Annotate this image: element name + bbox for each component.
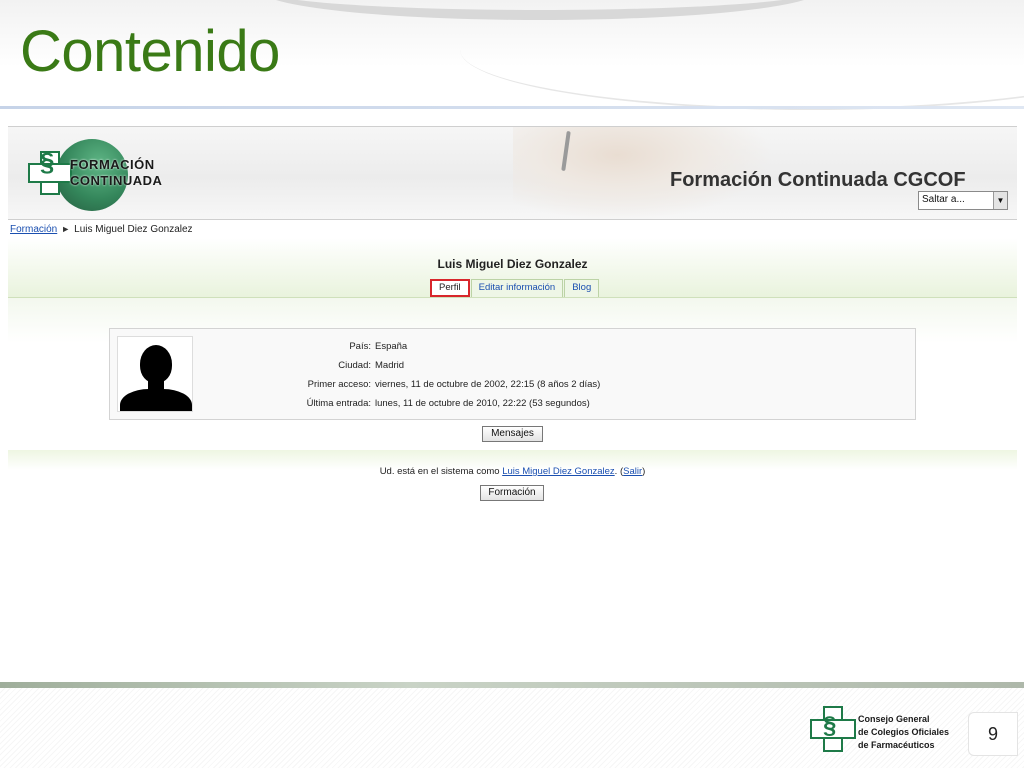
header-divider (0, 106, 1024, 109)
info-label: Primer acceso: (307, 379, 371, 390)
logged-user-link[interactable]: Luis Miguel Diez Gonzalez (502, 466, 614, 477)
jump-to-select[interactable]: Saltar a... ▼ (918, 191, 1008, 210)
tab-blog[interactable]: Blog (564, 279, 600, 297)
site-title: Formación Continuada CGCOF (670, 169, 966, 191)
user-info-box: País: España Ciudad: Madrid Primer acces… (109, 328, 916, 420)
profile-name-heading: Luis Miguel Diez Gonzalez (437, 257, 588, 271)
info-value: España (375, 341, 408, 352)
info-value: Madrid (375, 360, 405, 371)
breadcrumb: Formación ► Luis Miguel Diez Gonzalez (10, 224, 193, 235)
login-info-prefix: Ud. está en el sistema como (379, 466, 503, 477)
cgcof-logo-line2: de Colegios Oficiales (858, 727, 950, 737)
logout-link[interactable]: Salir (623, 466, 642, 477)
avatar[interactable] (117, 336, 193, 412)
login-info-sep: . ( (614, 466, 624, 477)
cgcof-logo: § Consejo General de Colegios Oficiales … (810, 704, 960, 752)
site-header: § FORMACIÓN CONTINUADA Formación Continu… (8, 126, 1017, 220)
embedded-screenshot: § FORMACIÓN CONTINUADA Formación Continu… (8, 126, 1017, 536)
info-label: Ciudad: (338, 360, 371, 371)
info-value: lunes, 11 de octubre de 2010, 22:22 (53 … (375, 398, 590, 409)
tab-editar-informacion[interactable]: Editar información (470, 279, 564, 297)
profile-tabs: Perfil Editar información Blog (430, 279, 600, 297)
home-button[interactable]: Formación (480, 485, 544, 501)
login-info-close: ) (642, 466, 646, 477)
chevron-down-icon[interactable]: ▼ (993, 192, 1007, 209)
info-label: Última entrada: (306, 398, 371, 409)
breadcrumb-separator-icon: ► (61, 224, 71, 234)
jump-to-select-value: Saltar a... (922, 194, 965, 205)
logo-text-line2: CONTINUADA (70, 173, 163, 188)
info-row-pais: País: España (200, 341, 407, 352)
breadcrumb-link-home[interactable]: Formación (10, 224, 57, 235)
info-label: País: (349, 341, 371, 352)
login-info: Ud. está en el sistema como Luis Miguel … (8, 466, 1017, 477)
slide-title: Contenido (20, 19, 280, 84)
page-number: 9 (968, 712, 1018, 756)
snake-cup-icon: § (823, 712, 837, 739)
logo-text-line1: FORMACIÓN (70, 157, 155, 172)
cgcof-logo-line3: de Farmacéuticos (858, 740, 935, 750)
info-value: viernes, 11 de octubre de 2002, 22:15 (8… (375, 379, 601, 390)
cgcof-logo-line1: Consejo General (858, 714, 930, 724)
formacion-continuada-logo[interactable]: § FORMACIÓN CONTINUADA (26, 137, 166, 212)
snake-cup-icon: § (40, 147, 55, 177)
avatar-shoulders (120, 389, 192, 411)
info-row-primer-acceso: Primer acceso: viernes, 11 de octubre de… (200, 379, 601, 390)
tab-perfil[interactable]: Perfil (430, 279, 470, 297)
breadcrumb-current: Luis Miguel Diez Gonzalez (74, 224, 193, 235)
messages-button[interactable]: Mensajes (482, 426, 543, 442)
info-row-ultima-entrada: Última entrada: lunes, 11 de octubre de … (200, 398, 590, 409)
header-swoosh-thin (460, 0, 1024, 110)
slide-header: Contenido (0, 0, 1024, 112)
info-row-ciudad: Ciudad: Madrid (200, 360, 404, 371)
